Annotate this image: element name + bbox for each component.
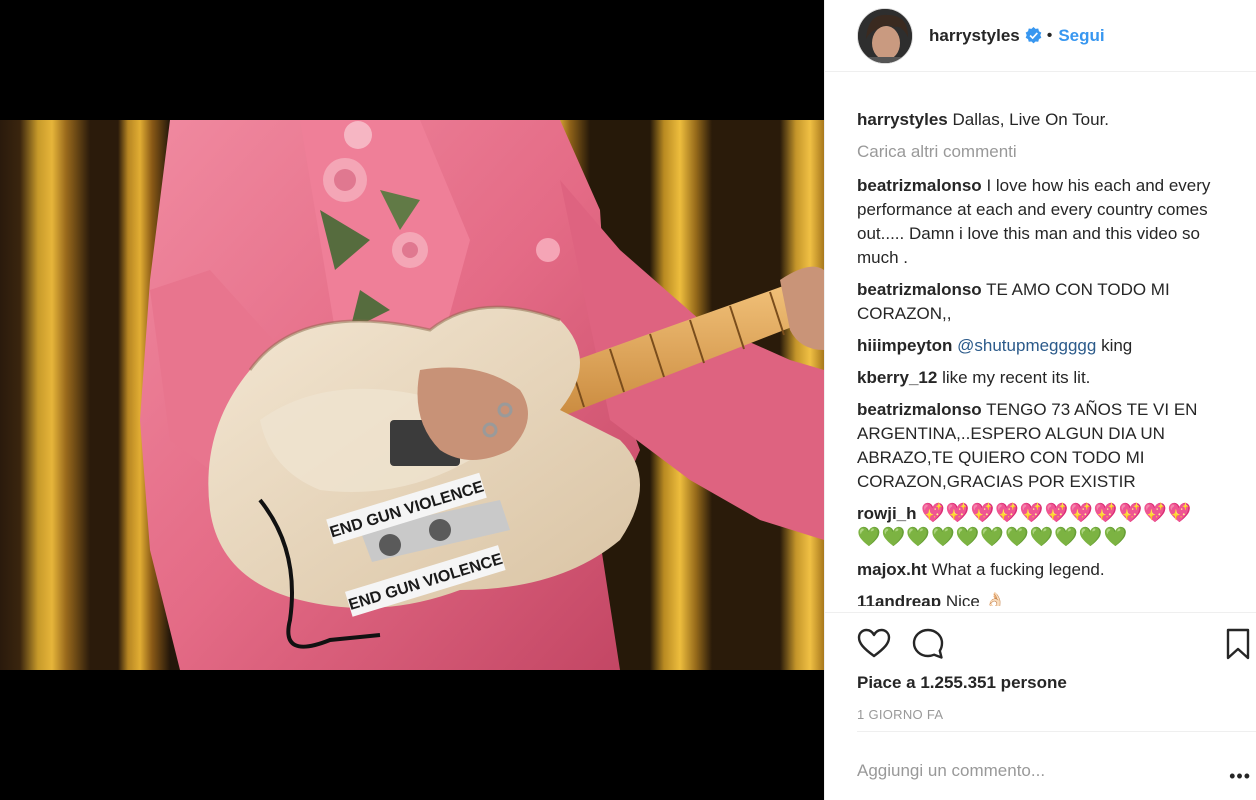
post-author-username[interactable]: harrystyles — [929, 26, 1020, 46]
sparkling-heart-emojis: 💖💖💖💖💖💖💖💖💖💖💖 — [921, 503, 1193, 524]
comment-username[interactable]: majox.ht — [857, 560, 927, 579]
comment-username[interactable]: beatrizmalonso — [857, 280, 982, 299]
comment-item: kberry_12 like my recent its lit. — [857, 366, 1227, 390]
comment-username[interactable]: beatrizmalonso — [857, 400, 982, 419]
post-photo[interactable]: END GUN VIOLENCE END GUN VIOLENCE — [0, 120, 824, 670]
avatar[interactable] — [857, 7, 913, 64]
comment-bubble-icon[interactable] — [911, 627, 945, 661]
avatar-image — [858, 8, 912, 63]
comment-item: beatrizmalonso I love how his each and e… — [857, 174, 1227, 270]
heart-icon[interactable] — [857, 627, 891, 661]
comment-text: What a fucking legend. — [931, 560, 1105, 579]
comment-username[interactable]: hiiimpeyton — [857, 336, 952, 355]
comment-username[interactable]: rowji_h — [857, 504, 917, 523]
comment-item: rowji_h 💖💖💖💖💖💖💖💖💖💖💖 💚💚💚💚💚💚💚💚💚💚💚 — [857, 502, 1227, 550]
post-actions: Piace a 1.255.351 persone 1 GIORNO FA — [825, 612, 1256, 732]
verified-badge-icon — [1025, 27, 1042, 44]
header-separator: • — [1046, 26, 1053, 44]
bookmark-icon[interactable] — [1221, 627, 1255, 661]
comment-text: king — [1101, 336, 1133, 355]
post-header: harrystyles • Segui — [825, 0, 1256, 72]
post-side-panel: harrystyles • Segui harrystyles Dallas, … — [824, 0, 1256, 800]
green-heart-emojis: 💚💚💚💚💚💚💚💚💚💚💚 — [857, 527, 1129, 548]
comments-list[interactable]: harrystyles Dallas, Live On Tour. Carica… — [825, 108, 1256, 612]
load-more-comments-button[interactable]: Carica altri commenti — [857, 140, 1227, 164]
comment-item: hiiimpeyton @shutupmeggggg king — [857, 334, 1227, 358]
post-timestamp[interactable]: 1 GIORNO FA — [857, 707, 1225, 722]
more-options-icon[interactable]: ••• — [1229, 766, 1251, 787]
comment-username[interactable]: 11andreap — [857, 592, 941, 606]
comment-item: beatrizmalonso TE AMO CON TODO MI CORAZO… — [857, 278, 1227, 326]
comment-text: like my recent its lit. — [942, 368, 1091, 387]
add-comment-bar: ••• — [857, 731, 1256, 800]
comment-mention-link[interactable]: @shutupmeggggg — [957, 336, 1096, 355]
likes-count[interactable]: Piace a 1.255.351 persone — [857, 673, 1225, 693]
follow-button[interactable]: Segui — [1058, 26, 1104, 46]
action-buttons-row — [857, 613, 1250, 671]
guitar-photo-illustration: END GUN VIOLENCE END GUN VIOLENCE — [140, 120, 824, 670]
post-media[interactable]: END GUN VIOLENCE END GUN VIOLENCE — [0, 0, 824, 800]
caption-text: Dallas, Live On Tour. — [952, 110, 1110, 129]
comment-item: beatrizmalonso TENGO 73 AÑOS TE VI EN AR… — [857, 398, 1227, 494]
add-comment-input[interactable] — [857, 756, 1207, 786]
comment-item: 11andreap Nice 👌🏻 — [857, 590, 1227, 606]
caption: harrystyles Dallas, Live On Tour. — [857, 108, 1227, 132]
caption-username[interactable]: harrystyles — [857, 110, 948, 129]
comment-item: majox.ht What a fucking legend. — [857, 558, 1227, 582]
comment-username[interactable]: beatrizmalonso — [857, 176, 982, 195]
comment-text: Nice 👌🏻 — [945, 592, 1006, 606]
comment-username[interactable]: kberry_12 — [857, 368, 937, 387]
